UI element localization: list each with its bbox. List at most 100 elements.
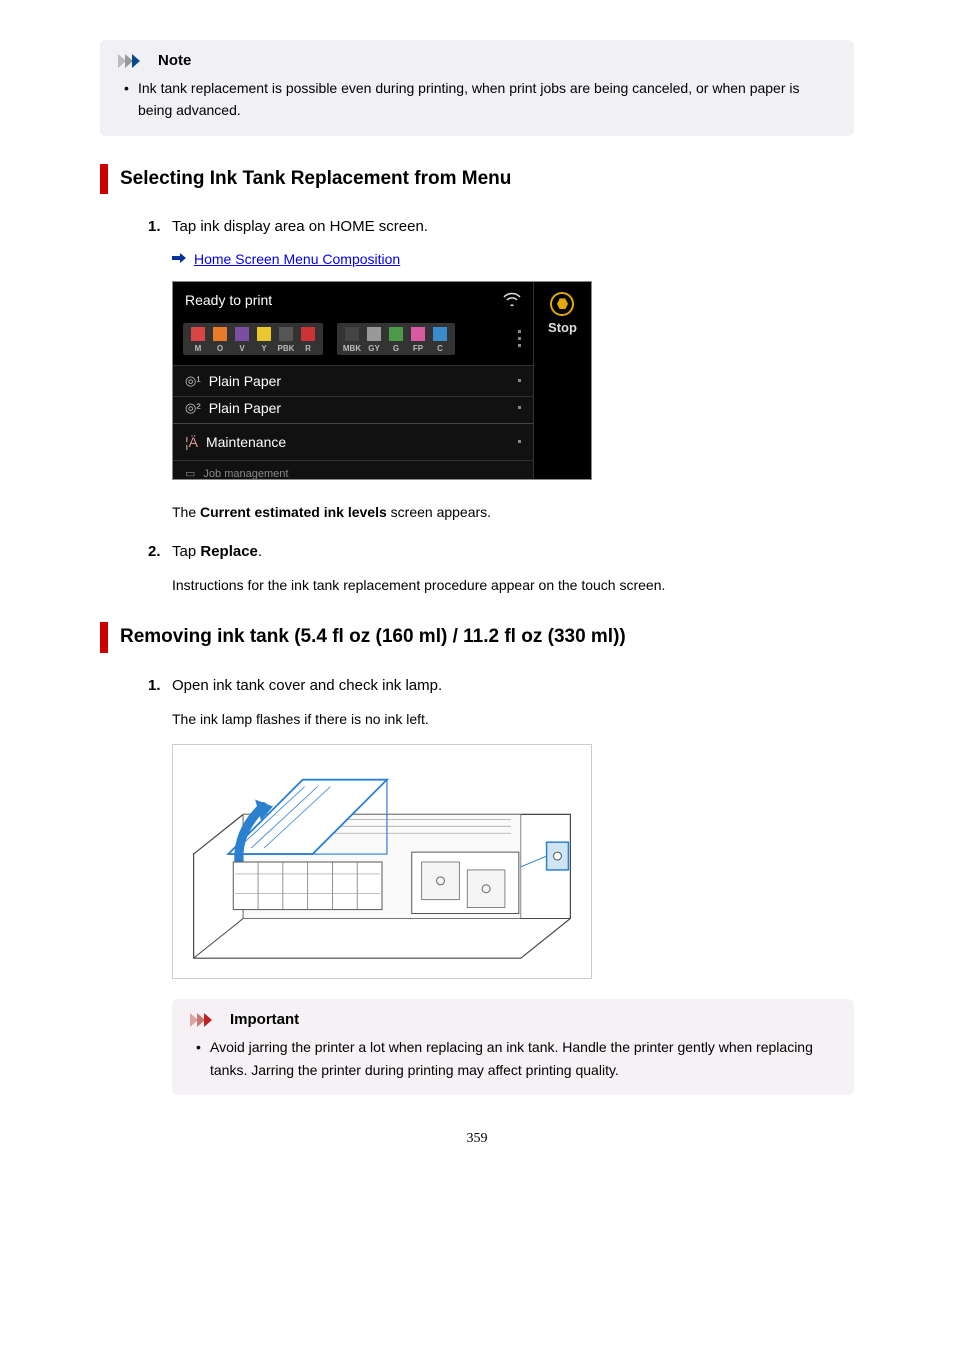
ink-group-left: M O V Y PBK R bbox=[183, 323, 323, 355]
arrow-right-icon bbox=[172, 251, 186, 267]
maintenance-icon: ¦Ä bbox=[185, 434, 198, 450]
steps-section-1: 1. Tap ink display area on HOME screen. … bbox=[100, 216, 854, 596]
section-heading-2: Removing ink tank (5.4 fl oz (160 ml) / … bbox=[100, 622, 854, 653]
ink-swatch bbox=[301, 327, 315, 341]
ink-swatch bbox=[213, 327, 227, 341]
step-header: 1. Tap ink display area on HOME screen. bbox=[148, 216, 854, 239]
ink-swatch bbox=[433, 327, 447, 341]
step-2-body: Instructions for the ink tank replacemen… bbox=[172, 575, 854, 596]
step-2-1: 1. Open ink tank cover and check ink lam… bbox=[148, 675, 854, 1095]
maintenance-label: Maintenance bbox=[206, 434, 286, 450]
ink-label: V bbox=[239, 344, 244, 353]
paper-row-1: ◎¹ Plain Paper bbox=[173, 366, 533, 397]
maintenance-row: ¦Ä Maintenance bbox=[173, 424, 533, 461]
ink-item-fp: FP bbox=[408, 327, 428, 353]
stop-icon bbox=[550, 292, 574, 316]
ink-label: G bbox=[393, 344, 399, 353]
step-1-1: 1. Tap ink display area on HOME screen. … bbox=[148, 216, 854, 523]
ink-item-m: M bbox=[188, 327, 208, 353]
page-number: 359 bbox=[100, 1131, 854, 1147]
ink-swatch bbox=[345, 327, 359, 341]
ink-item-pbk: PBK bbox=[276, 327, 296, 353]
step-1-after: The Current estimated ink levels screen … bbox=[172, 502, 854, 523]
paper-2-label: Plain Paper bbox=[209, 400, 281, 416]
ink-label: O bbox=[217, 344, 223, 353]
ink-item-r: R bbox=[298, 327, 318, 353]
section-title-2: Removing ink tank (5.4 fl oz (160 ml) / … bbox=[120, 622, 626, 653]
ink-label: Y bbox=[261, 344, 266, 353]
ink-swatch bbox=[411, 327, 425, 341]
note-title: Note bbox=[158, 52, 191, 69]
step-1-2: 2. Tap Replace. Instructions for the ink… bbox=[148, 541, 854, 597]
screen-status-bar: Ready to print bbox=[173, 282, 533, 317]
ink-group-right: MBK GY G FP C bbox=[337, 323, 455, 355]
roll-2-icon: ◎² bbox=[185, 400, 201, 416]
step-header: 1. Open ink tank cover and check ink lam… bbox=[148, 675, 854, 698]
ink-label: MBK bbox=[343, 344, 361, 353]
wifi-icon bbox=[503, 292, 521, 309]
important-callout: Important Avoid jarring the printer a lo… bbox=[172, 999, 854, 1095]
section-heading-1: Selecting Ink Tank Replacement from Menu bbox=[100, 164, 854, 195]
step-text: Open ink tank cover and check ink lamp. bbox=[172, 675, 442, 698]
step-body-text: The ink lamp flashes if there is no ink … bbox=[172, 709, 854, 730]
step-number: 1. bbox=[148, 218, 166, 235]
important-list: Avoid jarring the printer a lot when rep… bbox=[190, 1036, 836, 1081]
stop-label: Stop bbox=[548, 320, 577, 335]
paper-row-2: ◎² Plain Paper bbox=[173, 397, 533, 424]
roll-1-icon: ◎¹ bbox=[185, 373, 201, 389]
ink-label: PBK bbox=[278, 344, 295, 353]
printer-svg bbox=[173, 745, 591, 978]
step-body: Instructions for the ink tank replacemen… bbox=[148, 575, 854, 596]
ink-swatch bbox=[235, 327, 249, 341]
ink-item-c: C bbox=[430, 327, 450, 353]
ink-label: R bbox=[305, 344, 311, 353]
status-text: Ready to print bbox=[185, 292, 272, 308]
ink-item-mbk: MBK bbox=[342, 327, 362, 353]
ink-display-row: M O V Y PBK R MBK GY G FP C bbox=[173, 317, 533, 366]
screen-main: Ready to print M O V Y PBK R MBK GY G FP C bbox=[173, 282, 533, 479]
ink-item-v: V bbox=[232, 327, 252, 353]
job-icon: ▭ bbox=[185, 467, 195, 479]
page-content: Note Ink tank replacement is possible ev… bbox=[0, 40, 954, 1147]
important-title: Important bbox=[230, 1011, 299, 1028]
link-row: Home Screen Menu Composition bbox=[172, 251, 854, 267]
ink-swatch bbox=[191, 327, 205, 341]
ink-swatch bbox=[367, 327, 381, 341]
ink-item-o: O bbox=[210, 327, 230, 353]
ink-swatch bbox=[257, 327, 271, 341]
section-bar bbox=[100, 164, 108, 195]
steps-section-2: 1. Open ink tank cover and check ink lam… bbox=[100, 675, 854, 1095]
note-list: Ink tank replacement is possible even du… bbox=[118, 77, 836, 122]
ink-swatch bbox=[389, 327, 403, 341]
chevron-important-icon bbox=[190, 1013, 222, 1027]
printer-illustration bbox=[172, 744, 592, 979]
job-row: ▭ Job management bbox=[173, 461, 533, 479]
note-header: Note bbox=[118, 52, 836, 69]
ink-item-g: G bbox=[386, 327, 406, 353]
ink-swatch bbox=[279, 327, 293, 341]
step-header: 2. Tap Replace. bbox=[148, 541, 854, 564]
step-number: 2. bbox=[148, 543, 166, 560]
ink-label: FP bbox=[413, 344, 423, 353]
ink-label: C bbox=[437, 344, 443, 353]
step-number: 1. bbox=[148, 677, 166, 694]
screen-side-panel: Stop bbox=[533, 282, 591, 479]
note-callout: Note Ink tank replacement is possible ev… bbox=[100, 40, 854, 136]
screen-lower: ◎¹ Plain Paper ◎² Plain Paper bbox=[173, 366, 533, 479]
note-item: Ink tank replacement is possible even du… bbox=[138, 77, 836, 122]
job-label: Job management bbox=[203, 468, 288, 479]
chevron-note-icon bbox=[118, 54, 150, 68]
ink-item-gy: GY bbox=[364, 327, 384, 353]
important-header: Important bbox=[190, 1011, 836, 1028]
scroll-indicator bbox=[516, 326, 523, 351]
step-body: Home Screen Menu Composition Ready to pr… bbox=[148, 251, 854, 523]
section-title-1: Selecting Ink Tank Replacement from Menu bbox=[120, 164, 511, 195]
home-menu-link[interactable]: Home Screen Menu Composition bbox=[194, 251, 400, 267]
step-body: The ink lamp flashes if there is no ink … bbox=[148, 709, 854, 1095]
section-bar bbox=[100, 622, 108, 653]
step-text: Tap ink display area on HOME screen. bbox=[172, 216, 428, 239]
paper-1-label: Plain Paper bbox=[209, 373, 281, 389]
ink-label: M bbox=[195, 344, 202, 353]
step-text: Tap Replace. bbox=[172, 541, 262, 564]
ink-label: GY bbox=[368, 344, 380, 353]
